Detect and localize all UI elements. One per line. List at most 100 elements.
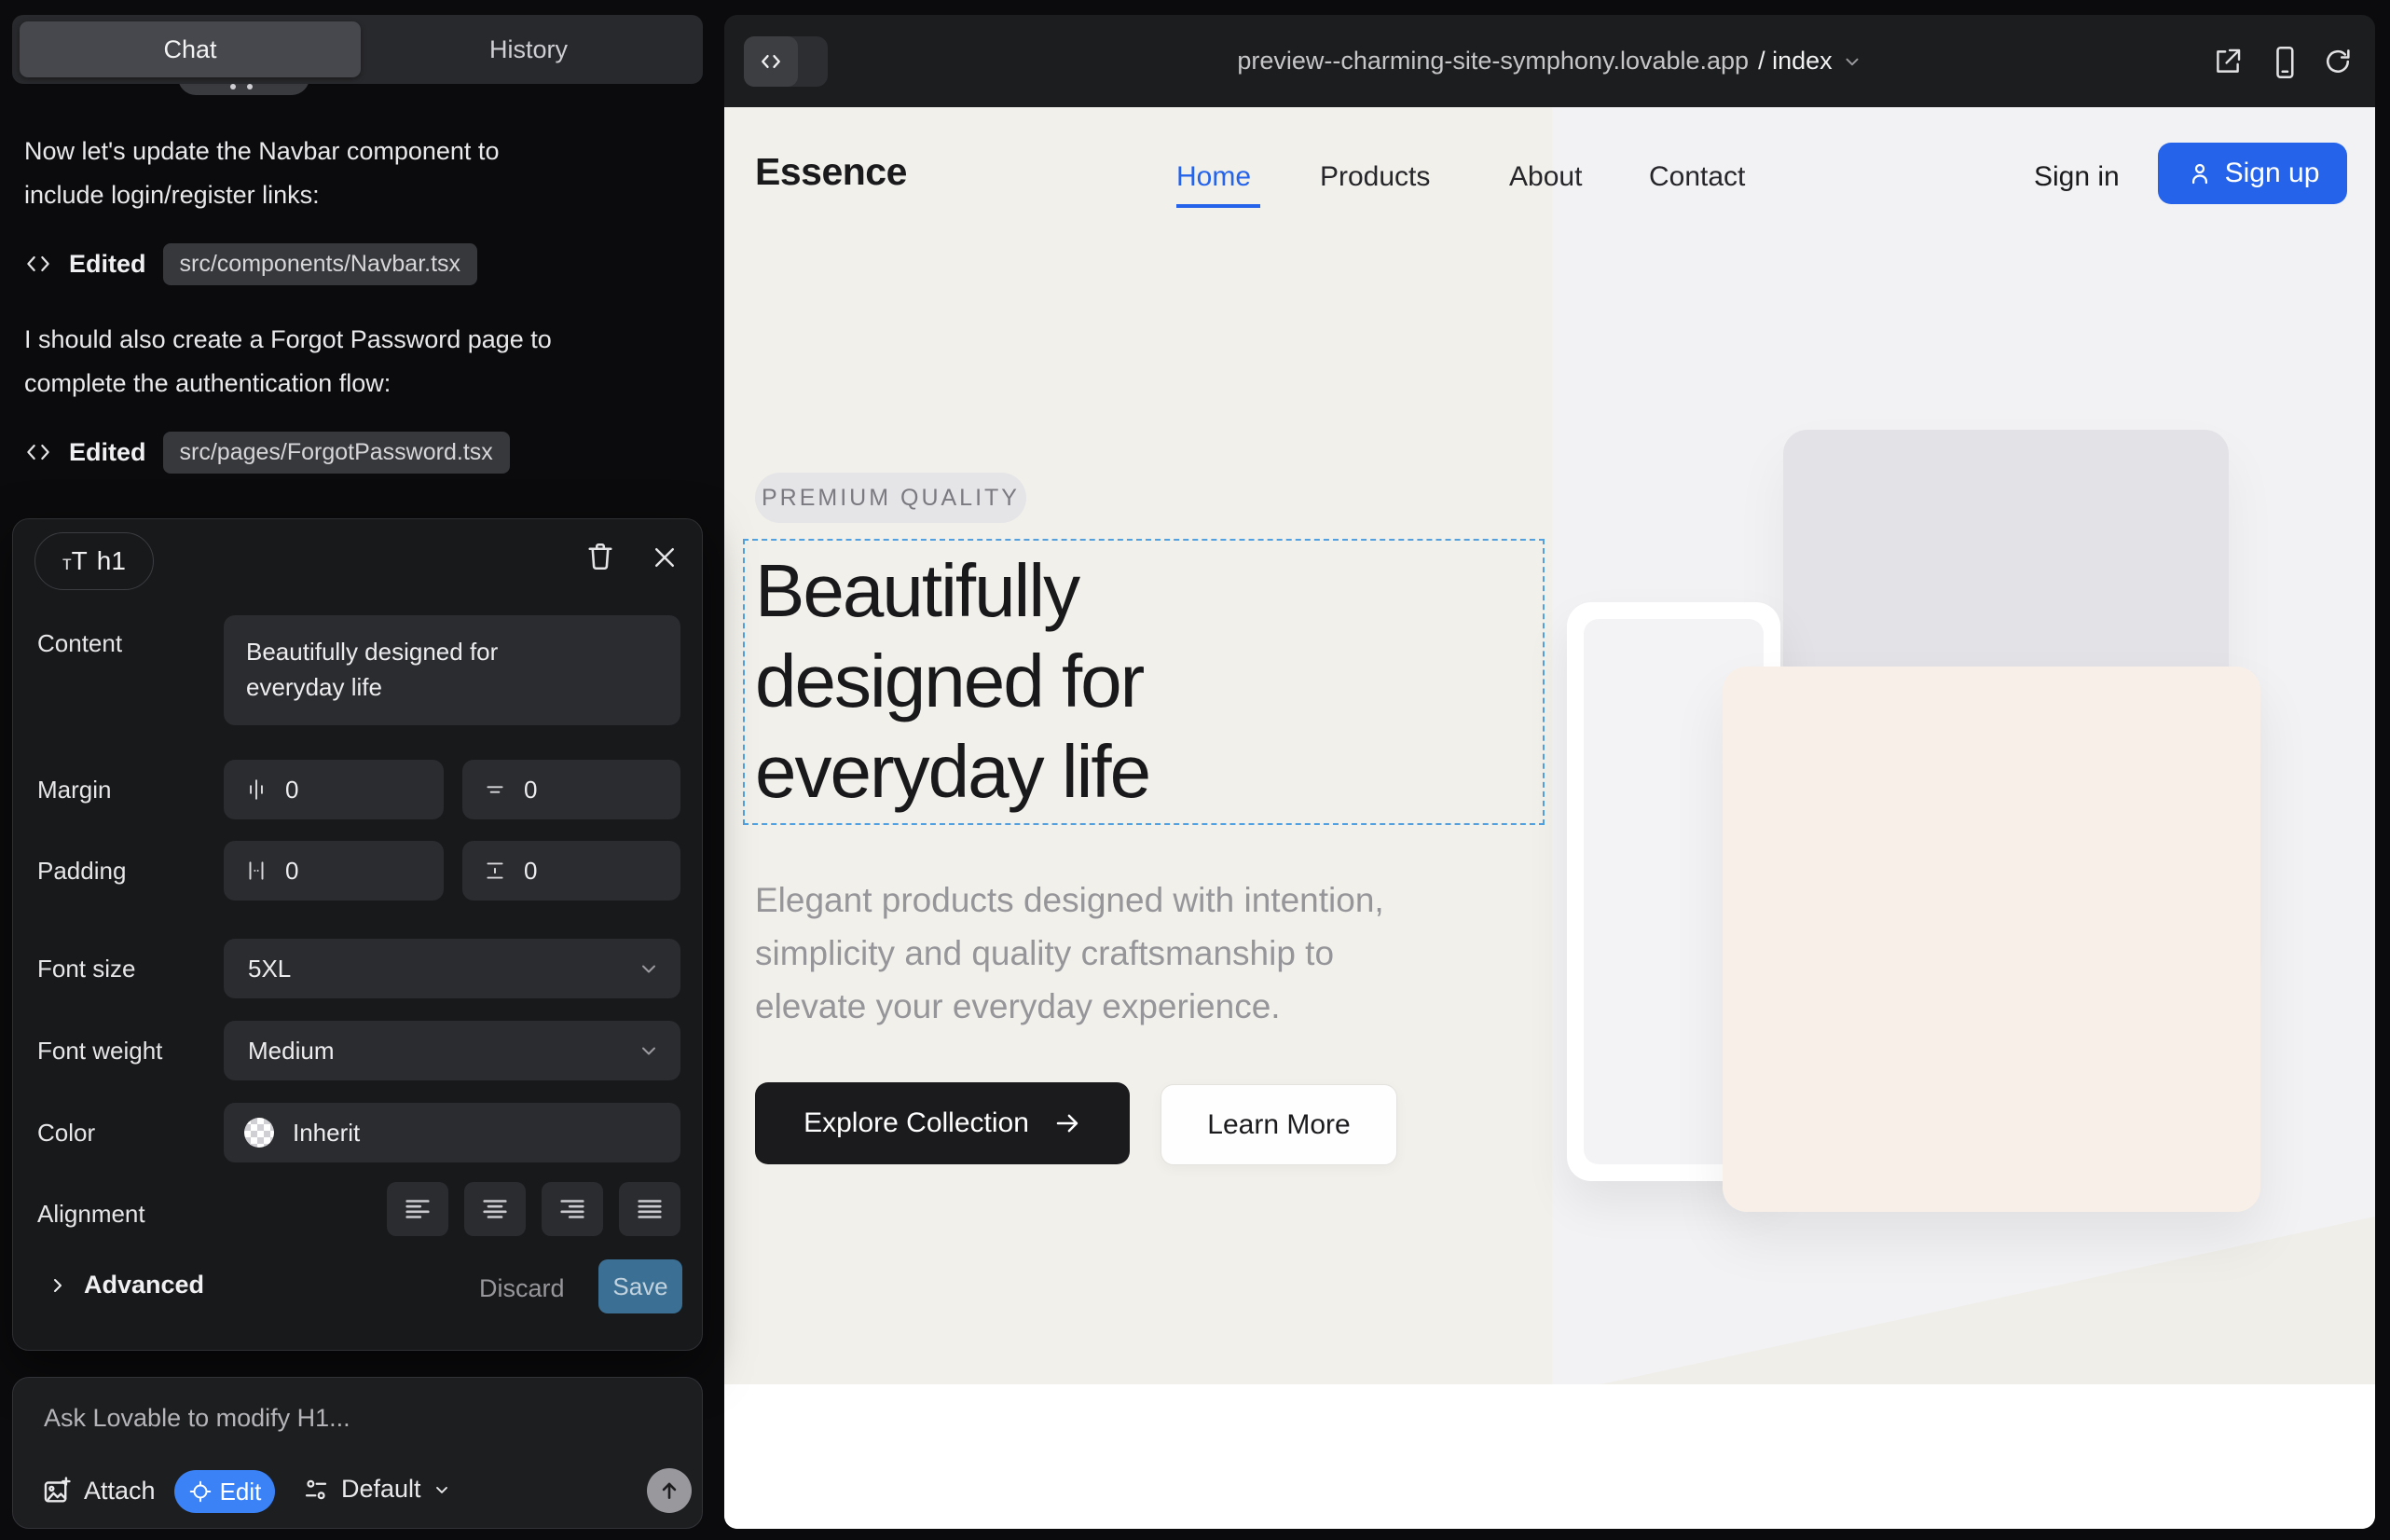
padding-y-input[interactable]: 0 xyxy=(462,841,680,901)
margin-label: Margin xyxy=(37,776,111,804)
padding-horizontal-icon xyxy=(244,859,268,883)
hero-paragraph-line: elevate your everyday experience. xyxy=(755,980,1384,1033)
message-line: include login/register links: xyxy=(24,181,320,209)
app-window: Chat History Now let's update the Navbar… xyxy=(0,0,2390,1540)
padding-x-value: 0 xyxy=(285,857,298,886)
nav-link-products[interactable]: Products xyxy=(1320,161,1430,193)
align-right-button[interactable] xyxy=(542,1182,603,1236)
element-editor-panel: ᴛT h1 Content Beautifully designed for e… xyxy=(12,518,703,1351)
edited-label: Edited xyxy=(69,250,146,279)
refresh-icon[interactable] xyxy=(2322,46,2354,77)
align-right-icon xyxy=(556,1193,588,1225)
font-weight-select[interactable]: Medium xyxy=(224,1021,680,1080)
align-justify-icon xyxy=(634,1193,666,1225)
next-section-background xyxy=(724,1384,2375,1529)
element-tag-name: h1 xyxy=(97,546,126,576)
save-button[interactable]: Save xyxy=(598,1259,682,1313)
premium-quality-badge: PREMIUM QUALITY xyxy=(755,473,1026,523)
advanced-label: Advanced xyxy=(84,1271,204,1299)
chat-composer: Ask Lovable to modify H1... Attach Edit … xyxy=(12,1377,703,1529)
message-line: complete the authentication flow: xyxy=(24,369,391,397)
element-tag-pill: ᴛT h1 xyxy=(34,532,154,590)
edited-file-row: Edited src/pages/ForgotPassword.tsx xyxy=(24,431,510,474)
margin-x-value: 0 xyxy=(285,776,298,804)
content-label: Content xyxy=(37,629,122,658)
edit-mode-button[interactable]: Edit xyxy=(174,1470,275,1513)
tab-history[interactable]: History xyxy=(361,21,696,77)
chevron-right-icon xyxy=(47,1274,69,1297)
nav-link-contact[interactable]: Contact xyxy=(1649,161,1745,193)
send-button[interactable] xyxy=(647,1468,692,1513)
arrow-right-icon xyxy=(1053,1109,1081,1137)
sliders-icon xyxy=(302,1476,330,1504)
code-icon xyxy=(24,438,52,466)
font-weight-label: Font weight xyxy=(37,1037,162,1066)
font-size-value: 5XL xyxy=(248,955,291,983)
margin-vertical-icon xyxy=(483,777,507,802)
delete-element-button[interactable] xyxy=(584,540,617,573)
align-center-button[interactable] xyxy=(464,1182,526,1236)
site-logo[interactable]: Essence xyxy=(755,150,907,194)
font-size-select[interactable]: 5XL xyxy=(224,939,680,998)
hero-paragraph-line: Elegant products designed with intention… xyxy=(755,873,1384,927)
color-select[interactable]: Inherit xyxy=(224,1103,680,1162)
padding-vertical-icon xyxy=(483,859,507,883)
hero-title-line: everyday life xyxy=(755,726,1149,817)
chevron-down-icon xyxy=(638,1039,660,1062)
file-chip[interactable]: src/components/Navbar.tsx xyxy=(163,243,478,285)
text-type-icon: ᴛT xyxy=(62,546,88,576)
discard-button[interactable]: Discard xyxy=(479,1274,565,1303)
file-chip[interactable]: src/pages/ForgotPassword.tsx xyxy=(163,432,510,474)
font-size-label: Font size xyxy=(37,955,136,983)
align-center-icon xyxy=(479,1193,511,1225)
margin-y-input[interactable]: 0 xyxy=(462,760,680,819)
mode-select[interactable]: Default xyxy=(302,1475,451,1504)
browser-chrome: preview--charming-site-symphony.lovable.… xyxy=(724,15,2375,107)
hero-title-line: Beautifully xyxy=(755,545,1149,636)
signup-button[interactable]: Sign up xyxy=(2158,143,2347,204)
url-host: preview--charming-site-symphony.lovable.… xyxy=(1237,47,1749,76)
content-value: Beautifully designed for everyday life xyxy=(246,634,554,705)
attach-label: Attach xyxy=(84,1477,156,1506)
attach-button[interactable]: Attach xyxy=(41,1475,156,1506)
font-weight-value: Medium xyxy=(248,1037,334,1066)
nav-active-underline xyxy=(1176,204,1260,208)
explore-collection-button[interactable]: Explore Collection xyxy=(755,1082,1130,1164)
margin-x-input[interactable]: 0 xyxy=(224,760,444,819)
padding-label: Padding xyxy=(37,857,126,886)
chat-message: I should also create a Forgot Password p… xyxy=(24,318,602,406)
padding-x-input[interactable]: 0 xyxy=(224,841,444,901)
nav-link-about[interactable]: About xyxy=(1509,161,1582,193)
decor-card-cream xyxy=(1723,667,2260,1212)
code-preview-toggle[interactable] xyxy=(744,36,828,87)
hero-title[interactable]: Beautifully designed for everyday life xyxy=(755,545,1149,817)
site-canvas: Essence Home Products About Contact Sign… xyxy=(724,107,2375,1529)
mode-label: Default xyxy=(341,1475,421,1504)
align-justify-button[interactable] xyxy=(619,1182,680,1236)
message-line: Now let's update the Navbar component to xyxy=(24,137,499,165)
url-bar[interactable]: preview--charming-site-symphony.lovable.… xyxy=(724,15,2375,107)
chevron-down-icon xyxy=(433,1480,451,1499)
code-icon xyxy=(744,36,798,87)
explore-collection-label: Explore Collection xyxy=(804,1107,1029,1139)
content-input[interactable]: Beautifully designed for everyday life xyxy=(224,615,680,725)
attach-image-icon xyxy=(41,1475,73,1506)
align-left-icon xyxy=(402,1193,433,1225)
align-left-button[interactable] xyxy=(387,1182,448,1236)
hero-paragraph-line: simplicity and quality craftsmanship to xyxy=(755,927,1384,980)
learn-more-button[interactable]: Learn More xyxy=(1161,1084,1397,1165)
chevron-down-icon xyxy=(1842,51,1862,72)
advanced-toggle[interactable]: Advanced xyxy=(47,1271,204,1299)
user-icon xyxy=(2186,159,2214,187)
tab-chat[interactable]: Chat xyxy=(20,21,361,77)
chat-history-tabbar: Chat History xyxy=(12,15,703,84)
signin-link[interactable]: Sign in xyxy=(2034,161,2120,193)
padding-y-value: 0 xyxy=(524,857,537,886)
open-in-new-tab-icon[interactable] xyxy=(2212,46,2244,77)
color-swatch xyxy=(244,1118,274,1148)
mobile-view-icon[interactable] xyxy=(2268,44,2301,81)
close-icon[interactable] xyxy=(651,543,679,571)
alignment-label: Alignment xyxy=(37,1200,145,1229)
composer-input[interactable]: Ask Lovable to modify H1... xyxy=(44,1404,350,1433)
nav-link-home[interactable]: Home xyxy=(1176,161,1251,193)
